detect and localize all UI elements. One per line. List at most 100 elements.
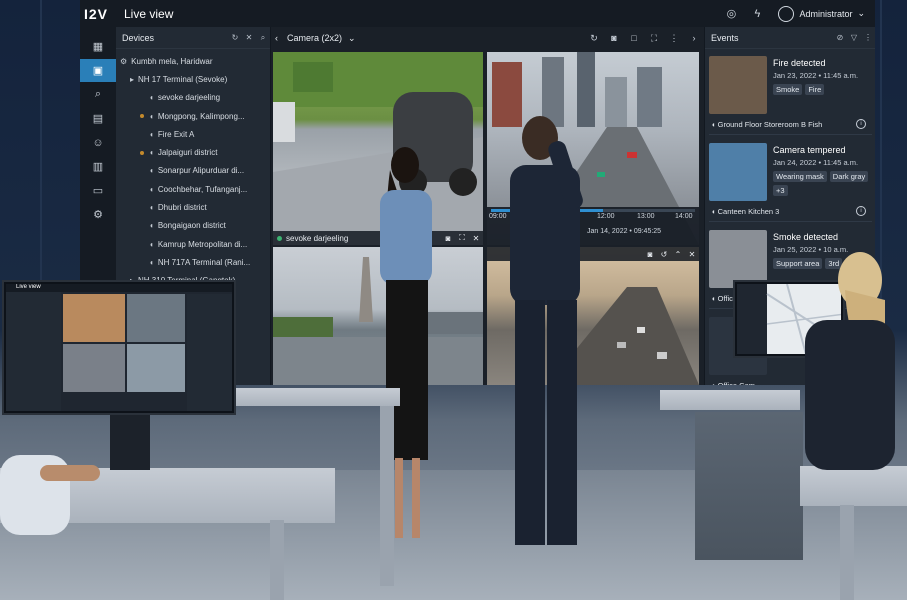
- device-tree-item[interactable]: ◖ Fire Exit A: [116, 125, 270, 143]
- device-tree-label: Coochbehar, Tufanganj...: [157, 184, 248, 194]
- camera-icon: ◖: [149, 203, 154, 213]
- grid-icon[interactable]: ▦: [80, 35, 116, 58]
- mini-title: Live view: [6, 284, 232, 292]
- document-icon[interactable]: ▤: [80, 107, 116, 130]
- event-location-label: Office Cam...: [718, 381, 762, 385]
- desk-leg: [380, 406, 394, 586]
- chevron-left-icon[interactable]: ‹: [275, 33, 287, 43]
- app-logo: I2V: [84, 5, 109, 22]
- camera-icon: ◖: [149, 184, 154, 194]
- device-tree-item[interactable]: ◖ Coochbehar, Tufanganj...: [116, 180, 270, 198]
- monitor-icon[interactable]: ▭: [80, 179, 116, 202]
- camera-icon: ◖: [149, 148, 154, 158]
- camera-icon: ◖: [149, 221, 154, 231]
- desk-monitor-screen: Live view: [6, 284, 232, 411]
- info-icon[interactable]: i: [856, 206, 866, 216]
- search-icon[interactable]: ⌕: [80, 83, 116, 106]
- event-tags: Wearing mask Dark gray +3: [773, 171, 871, 196]
- camera-icon: ◖: [711, 381, 718, 385]
- filter-icon[interactable]: ▽: [847, 33, 861, 42]
- mini-camera-1: [63, 294, 125, 342]
- calendar-icon[interactable]: ▥: [80, 155, 116, 178]
- events-header: Events ⊘ ▽ ⋮: [705, 27, 875, 49]
- device-tree-label: NH 17 Terminal (Sevoke): [138, 74, 228, 84]
- user-icon: [778, 5, 795, 22]
- event-location: ◖ Ground Floor Storeroom B Fish: [711, 120, 822, 129]
- chevron-down-icon: ⌄: [857, 8, 865, 18]
- camera-icon: ◖: [711, 120, 718, 129]
- device-tree-label: sevoke darjeeling: [157, 93, 221, 103]
- wall-divider: [40, 0, 42, 300]
- event-location-label: Canteen Kitchen 3: [717, 207, 780, 216]
- camera-icon: ◖: [149, 111, 154, 121]
- search-icon[interactable]: ⌕: [256, 33, 270, 43]
- alert-dot: [140, 150, 144, 155]
- camera-icon: ◖: [149, 166, 154, 176]
- site-icon: ⚙: [120, 56, 128, 66]
- event-tags: Smoke Fire: [773, 84, 871, 95]
- user-menu[interactable]: Administrator ⌄: [778, 5, 875, 22]
- settings-icon[interactable]: ⚙: [80, 203, 116, 226]
- device-tree-label: Mongpong, Kalimpong...: [157, 111, 245, 121]
- desk: [220, 388, 400, 406]
- info-icon[interactable]: i: [856, 119, 866, 129]
- event-tag[interactable]: Fire: [805, 84, 825, 95]
- events-title: Events: [711, 32, 739, 43]
- device-tree-item[interactable]: ◖ sevoke darjeeling: [116, 89, 270, 107]
- desk: [660, 390, 800, 410]
- collapse-icon[interactable]: ✕: [242, 33, 256, 42]
- device-tree-item[interactable]: ◖ Sonarpur Alipurduar di...: [116, 162, 270, 180]
- device-tree-item[interactable]: ◖ Mongpong, Kalimpong...: [116, 107, 270, 125]
- users-icon[interactable]: ☺: [80, 131, 116, 154]
- device-tree-label: Dhubri district: [157, 203, 207, 213]
- event-tag[interactable]: Dark gray: [829, 171, 869, 182]
- device-tree-label: Sonarpur Alipurduar di...: [157, 166, 245, 176]
- layout-selector[interactable]: Camera (2x2): [287, 33, 342, 43]
- live-view-icon[interactable]: ▣: [80, 59, 116, 82]
- event-tag[interactable]: +3: [773, 185, 788, 196]
- timeline-tick: 14:00: [675, 213, 693, 220]
- event-card[interactable]: Fire detected Jan 23, 2022 • 11:45 a.m. Sm…: [709, 52, 872, 135]
- page-title: Live view: [124, 6, 174, 21]
- devices-title: Devices: [122, 32, 155, 43]
- more-icon[interactable]: ⋮: [664, 33, 684, 44]
- square-icon[interactable]: □: [624, 33, 644, 43]
- event-title: Camera tempered: [773, 145, 846, 155]
- device-tree-item[interactable]: ◖ Jalpaiguri district: [116, 143, 270, 161]
- camera-icon: ◖: [149, 239, 154, 249]
- device-tree-item[interactable]: ◖ Bongaigaon district: [116, 217, 270, 235]
- devices-header: Devices ↻ ✕ ⌕: [116, 27, 270, 49]
- mini-camera-3: [63, 344, 125, 392]
- bolt-icon[interactable]: ϟ: [744, 8, 770, 20]
- event-card[interactable]: Camera tempered Jan 24, 2022 • 11:45 a.m.…: [709, 139, 872, 222]
- mini-camera-2: [127, 294, 185, 342]
- person-woman-standing: [380, 147, 432, 538]
- fullscreen-icon[interactable]: ⛶: [644, 33, 664, 44]
- chevron-right-icon[interactable]: ›: [684, 33, 704, 43]
- snapshot-icon[interactable]: ◙: [604, 33, 624, 43]
- close-icon[interactable]: ✕: [469, 234, 483, 243]
- event-thumbnail: [709, 143, 767, 201]
- device-tree-item[interactable]: ◖ Dhubri district: [116, 198, 270, 216]
- camera-icon: ◖: [149, 257, 154, 267]
- device-tree-item[interactable]: ⚙ Kumbh mela, Haridwar: [116, 52, 270, 70]
- more-icon[interactable]: ⋮: [861, 33, 875, 42]
- mini-events: [187, 294, 232, 411]
- mute-icon[interactable]: ⊘: [833, 33, 847, 42]
- camera-icon: ◖: [149, 129, 154, 139]
- device-tree-item[interactable]: ◖ NH 717A Terminal (Rani...: [116, 253, 270, 271]
- device-tree-item[interactable]: ▸ NH 17 Terminal (Sevoke): [116, 70, 270, 88]
- refresh-icon[interactable]: ↻: [228, 33, 242, 42]
- snapshot-icon[interactable]: ◙: [441, 234, 455, 243]
- event-tag[interactable]: Smoke: [773, 84, 803, 95]
- device-tree-label: Kamrup Metropolitan di...: [157, 239, 248, 249]
- event-location: ◖ Office Cam...: [711, 381, 761, 385]
- event-tag[interactable]: Wearing mask: [773, 171, 827, 182]
- device-tree-label: NH 717A Terminal (Rani...: [157, 257, 251, 267]
- device-tree-item[interactable]: ◖ Kamrup Metropolitan di...: [116, 235, 270, 253]
- globe-icon[interactable]: ◎: [718, 7, 744, 20]
- refresh-icon[interactable]: ↻: [584, 33, 604, 44]
- fullscreen-icon[interactable]: ⛶: [455, 233, 469, 243]
- chevron-down-icon[interactable]: ⌄: [348, 33, 356, 44]
- camera-icon: ◖: [149, 93, 154, 103]
